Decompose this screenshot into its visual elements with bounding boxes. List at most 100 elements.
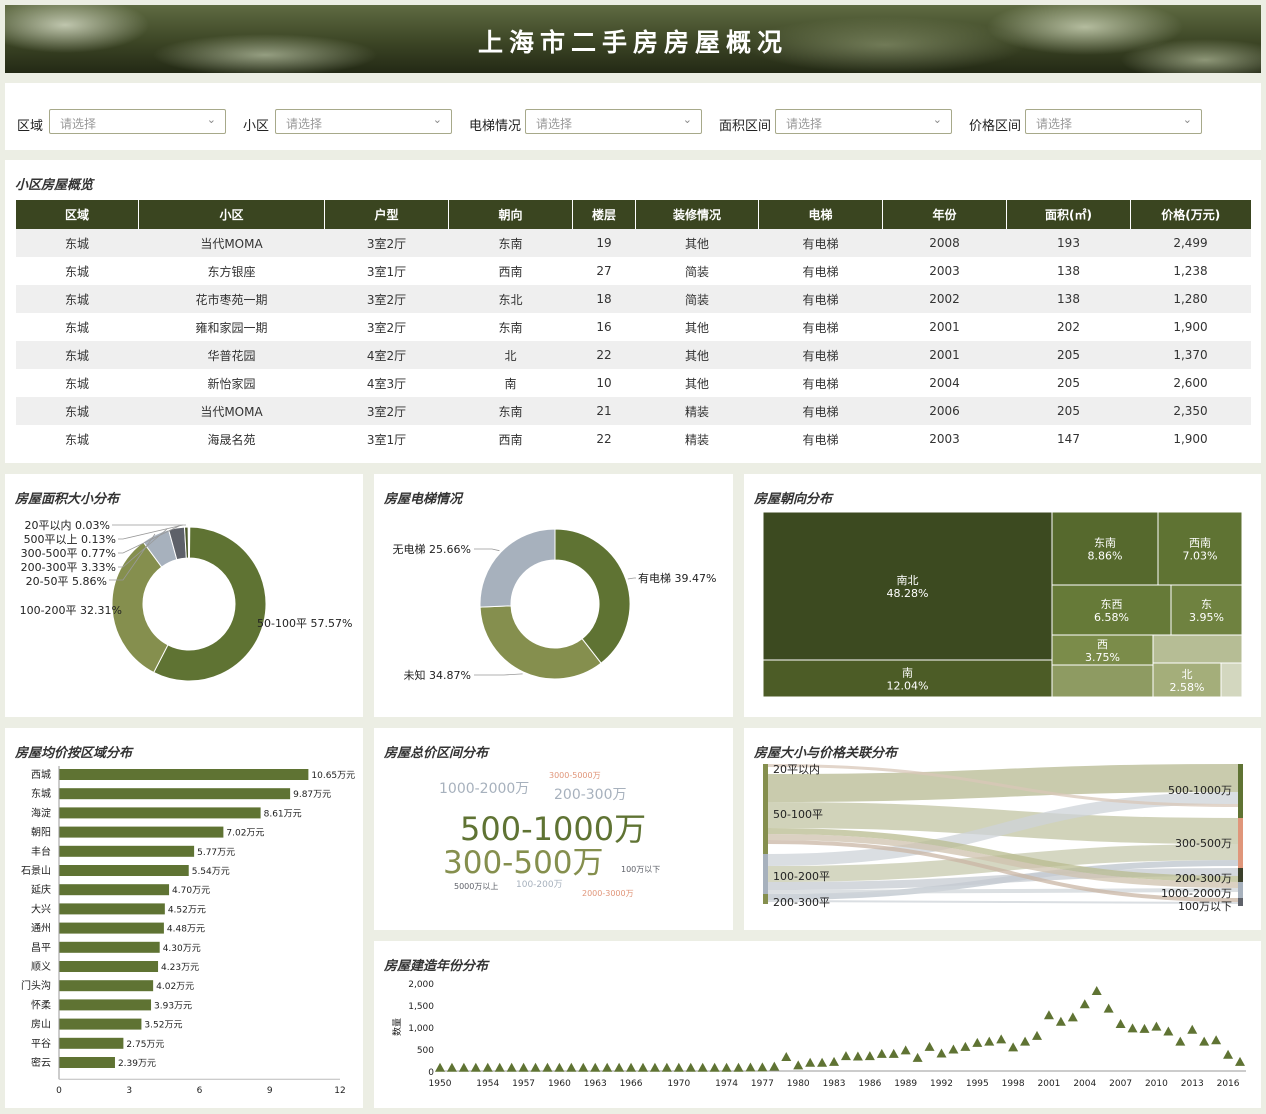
table-row[interactable]: 东城 花市枣苑一期 3室2厅 东北 18 简装 有电梯 2002 138 1,280 bbox=[15, 285, 1251, 313]
table-cell: 东北 bbox=[448, 285, 573, 313]
x-tick-label: 1977 bbox=[751, 1079, 774, 1089]
x-tick-label: 2004 bbox=[1073, 1079, 1096, 1089]
x-tick-label: 2001 bbox=[1038, 1079, 1061, 1089]
table-cell: 华普花园 bbox=[138, 341, 325, 369]
area-select-placeholder: 请选择 bbox=[786, 117, 823, 131]
price-select[interactable]: 请选择 ⌄ bbox=[1025, 109, 1202, 134]
size-price-sankey: 20平以内 50-100平 100-200平 200-300平 500-1000万 300… bbox=[763, 762, 1243, 913]
table-cell: 18 bbox=[572, 285, 636, 313]
table-header-cell[interactable]: 电梯 bbox=[758, 200, 883, 229]
sankey-left-label: 20平以内 bbox=[773, 762, 820, 776]
table-row[interactable]: 东城 新怡家园 4室3厅 南 10 其他 有电梯 2004 205 2,600 bbox=[16, 369, 1251, 397]
table-cell: 当代MOMA bbox=[138, 397, 325, 425]
table-cell: 南 bbox=[504, 376, 517, 391]
scatter-point bbox=[685, 1062, 696, 1072]
scatter-point bbox=[482, 1062, 493, 1072]
bar-category-label: 密云 bbox=[31, 1056, 51, 1069]
wordcloud-word: 100-200万 bbox=[516, 880, 563, 890]
pie-label: 50-100平 57.57% bbox=[257, 617, 352, 630]
table-cell: 10 bbox=[596, 376, 612, 390]
bar-value-label: 5.77万元 bbox=[197, 848, 235, 858]
table-cell: 其他 bbox=[684, 320, 709, 335]
bar-category-label: 通州 bbox=[31, 923, 51, 935]
table-header-cell[interactable]: 楼层 bbox=[572, 200, 636, 229]
table-row[interactable]: 东城 当代MOMA 3室2厅 东南 21 精装 有电梯 2006 205 2,350 bbox=[15, 397, 1251, 425]
scatter-point bbox=[793, 1060, 804, 1070]
table-header-cell[interactable]: 装修情况 bbox=[635, 200, 759, 229]
pie-slice bbox=[554, 528, 631, 664]
area-select[interactable]: 请选择 ⌄ bbox=[775, 109, 952, 134]
bar-value-label: 4.30万元 bbox=[163, 944, 201, 954]
community-select[interactable]: 请选择 ⌄ bbox=[275, 109, 452, 134]
scatter-point bbox=[984, 1036, 995, 1046]
scatter-point bbox=[614, 1062, 625, 1072]
table-cell: 2003 bbox=[929, 264, 960, 278]
bar-value-label: 2.39万元 bbox=[118, 1059, 156, 1069]
scatter-point bbox=[1175, 1036, 1186, 1046]
filter-label-district: 区域 bbox=[17, 119, 44, 134]
table-cell: 东方银座 bbox=[207, 264, 256, 279]
treemap-cell-minor bbox=[1220, 662, 1243, 698]
district-select[interactable]: 请选择 ⌄ bbox=[49, 109, 226, 134]
table-header-cell[interactable]: 年份 bbox=[882, 200, 1007, 229]
scatter-point bbox=[1103, 1003, 1114, 1013]
scatter-point bbox=[757, 1062, 768, 1072]
bar bbox=[59, 903, 165, 915]
pie-label: 20-50平 5.86% bbox=[26, 575, 107, 588]
wordcloud-word: 1000-2000万 bbox=[439, 781, 530, 797]
scatter-point bbox=[1115, 1019, 1126, 1028]
year-scatter-chart: 0 500 1,000 1,500 2,000 数量 1950 1954 1957 1960 196… bbox=[391, 980, 1246, 1089]
table-cell: 简装 bbox=[684, 264, 709, 279]
table-row[interactable]: 东城 海晟名苑 3室1厅 西南 22 精装 有电梯 2003 147 1,900 bbox=[16, 425, 1251, 453]
bar-value-label: 4.23万元 bbox=[161, 963, 199, 973]
pie-label: 20平以内 0.03% bbox=[25, 518, 110, 532]
filter-label-price: 价格区间 bbox=[969, 119, 1022, 134]
bar bbox=[59, 807, 261, 819]
table-row[interactable]: 东城 华普花园 4室2厅北 22 其他 有电梯 2001 205 1,370 bbox=[15, 341, 1251, 369]
sankey-right-label: 100万以下 bbox=[1178, 900, 1232, 913]
scatter-point bbox=[1223, 1049, 1234, 1059]
y-tick-label: 0 bbox=[428, 1068, 434, 1078]
elevator-select[interactable]: 请选择 ⌄ bbox=[525, 109, 702, 134]
table-header-cell[interactable]: 朝向 bbox=[448, 200, 573, 229]
table-cell: 当代MOMA bbox=[138, 229, 325, 257]
table-row[interactable]: 东城 当代MOMA 3室2厅 东南 19 其他 有电梯 2008 193 2,499 bbox=[15, 229, 1251, 257]
scatter-point bbox=[852, 1051, 863, 1061]
table-row[interactable]: 东城 东方银座 3室1厅 西南 27 简装 有电梯 2003 138 1,238 bbox=[16, 257, 1251, 285]
scatter-point bbox=[1139, 1023, 1150, 1033]
sankey-right-label: 500-1000万 bbox=[1168, 784, 1232, 797]
table-cell: 1,370 bbox=[1130, 341, 1251, 369]
bar-category-label: 石景山 bbox=[21, 865, 51, 877]
table-header-cell[interactable]: 价格(万元) bbox=[1130, 200, 1251, 229]
x-tick-label: 1986 bbox=[858, 1079, 881, 1089]
table-header-cell[interactable]: 面积(㎡) bbox=[1006, 200, 1131, 229]
chevron-down-icon: ⌄ bbox=[682, 113, 692, 126]
table-row[interactable]: 东城 雍和家园一期 3室2厅 东南 16 其他 有电梯 2001 202 1,900 bbox=[16, 313, 1251, 341]
table-header-cell[interactable]: 小区 bbox=[138, 200, 325, 229]
bar-value-label: 4.70万元 bbox=[172, 886, 210, 896]
x-tick-label: 2016 bbox=[1217, 1079, 1240, 1089]
bar bbox=[59, 980, 154, 992]
scatter-point bbox=[924, 1041, 935, 1051]
scatter-point bbox=[1032, 1030, 1043, 1040]
table-cell: 3室1厅 bbox=[366, 264, 407, 279]
scatter-point bbox=[721, 1062, 732, 1072]
sankey-left-label: 50-100平 bbox=[773, 808, 823, 821]
pie-label: 未知 34.87% bbox=[404, 668, 471, 682]
table-body: 东城 当代MOMA 3室2厅 东南 19 其他 有电梯 2008 193 2,499 东城 东方银座 3… bbox=[15, 229, 1251, 453]
bar-value-label: 7.02万元 bbox=[226, 829, 264, 839]
bar-category-label: 房山 bbox=[31, 1018, 51, 1031]
scatter-point bbox=[769, 1061, 780, 1071]
treemap-label: 南北 bbox=[897, 574, 919, 587]
table-header-cell[interactable]: 区域 bbox=[15, 200, 139, 229]
bar-category-label: 顺义 bbox=[31, 961, 51, 973]
bar bbox=[59, 1018, 142, 1030]
treemap-label: 东 bbox=[1201, 598, 1212, 611]
scatter-point bbox=[1067, 1012, 1078, 1022]
scatter-point bbox=[960, 1041, 971, 1051]
scatter-point bbox=[972, 1037, 983, 1047]
table-header-cell[interactable]: 户型 bbox=[324, 200, 449, 229]
bar-category-label: 丰台 bbox=[31, 845, 51, 858]
pie-label: 有电梯 39.47% bbox=[638, 571, 716, 585]
table-header-row: 区域 小区 户型 朝向 楼层 装修情况 电梯 年份 面积(㎡) 价格(万元) bbox=[15, 200, 1251, 229]
